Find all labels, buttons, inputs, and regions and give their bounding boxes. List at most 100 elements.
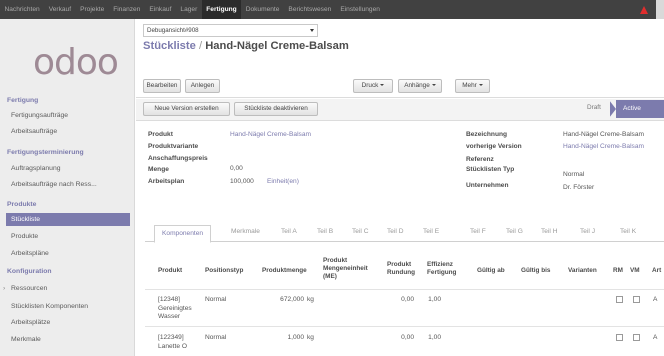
debug-view-select-value: Debugansicht#908 <box>147 27 199 34</box>
caret-down-icon <box>380 84 385 87</box>
deactivate-bom-button[interactable]: Stückliste deaktivieren <box>234 102 318 116</box>
cell-product[interactable]: [122349] Lanette O <box>158 334 202 351</box>
tab-teil-j[interactable]: Teil J <box>580 228 595 235</box>
checkbox-vm[interactable] <box>633 296 640 303</box>
more-dropdown[interactable]: Mehr <box>455 79 490 93</box>
menu-finanzen[interactable]: Finanzen <box>109 0 145 19</box>
breadcrumb-separator: / <box>198 40 203 52</box>
sidebar-item-stuecklisten-komponenten[interactable]: Stücklisten Komponenten <box>11 303 88 310</box>
column-header-art[interactable]: Art <box>652 267 661 275</box>
field-name[interactable]: Hand-Nägel Creme-Balsam <box>563 131 644 138</box>
table-header-divider <box>145 289 664 290</box>
column-header-positionstyp[interactable]: Positionstyp <box>205 267 243 275</box>
stage-draft[interactable]: Draft <box>587 104 601 111</box>
menu-berichtswesen[interactable]: Berichtswesen <box>284 0 336 19</box>
cell-type: Normal <box>205 334 227 341</box>
tab-teil-a[interactable]: Teil A <box>281 228 297 235</box>
new-version-button[interactable]: Neue Version erstellen <box>143 102 230 116</box>
field-product[interactable]: Hand-Nägel Creme-Balsam <box>230 131 311 138</box>
sidebar-item-ressourcen[interactable]: Ressourcen <box>3 285 47 292</box>
print-dropdown[interactable]: Druck <box>353 79 393 93</box>
field-cost-price[interactable]: 0,00 <box>230 165 243 172</box>
cell-art: A <box>653 334 658 341</box>
sidebar-item-merkmale[interactable]: Merkmale <box>11 336 41 343</box>
menu-nachrichten[interactable]: Nachrichten <box>0 0 44 19</box>
tab-teil-f[interactable]: Teil F <box>470 228 486 235</box>
sidebar-item-arbeitsplaene[interactable]: Arbeitspläne <box>11 250 49 257</box>
main-menu: Nachrichten Verkauf Projekte Finanzen Ei… <box>0 0 384 19</box>
column-header-produktmenge[interactable]: Produktmenge <box>262 267 307 275</box>
divider <box>136 97 664 98</box>
chevron-down-icon <box>310 29 314 32</box>
tab-teil-b[interactable]: Teil B <box>317 228 333 235</box>
label-routing: Arbeitsplan <box>148 178 185 185</box>
sidebar-section-produkte: Produkte <box>7 201 37 208</box>
sidebar-item-auftragsplanung[interactable]: Auftragsplanung <box>11 165 61 172</box>
tab-teil-c[interactable]: Teil C <box>352 228 369 235</box>
menu-verkauf[interactable]: Verkauf <box>44 0 75 19</box>
odoo-logo[interactable]: odoo <box>33 45 119 81</box>
sidebar-item-stueckliste[interactable]: Stückliste <box>6 213 130 226</box>
column-header-mengeneinheit[interactable]: Produkt Mengeneinheit (ME) <box>323 257 373 281</box>
field-company[interactable]: Dr. Förster <box>563 184 594 191</box>
field-quantity-unit[interactable]: Einheit(en) <box>267 178 299 185</box>
column-header-gueltig-ab[interactable]: Gültig ab <box>477 267 505 275</box>
label-previous-version: vorherige Version <box>466 143 522 150</box>
avatar[interactable] <box>656 0 664 19</box>
sidebar: odoo Fertigung Fertigungsaufträge Arbeit… <box>0 19 135 356</box>
cell-uom: kg <box>307 296 314 303</box>
top-menu-bar: Nachrichten Verkauf Projekte Finanzen Ei… <box>0 0 664 19</box>
tab-merkmale[interactable]: Merkmale <box>231 228 260 235</box>
checkbox-rm[interactable] <box>616 296 623 303</box>
stage-active[interactable]: Active <box>609 100 664 118</box>
column-header-rundung[interactable]: Produkt Rundung <box>387 261 421 277</box>
field-previous-version[interactable]: Hand-Nägel Creme-Balsam <box>563 143 644 150</box>
cell-product[interactable]: [12348] Gereinigtes Wasser <box>158 296 202 322</box>
sidebar-item-arbeitsauftraege-nach-ress[interactable]: Arbeitsaufträge nach Ress... <box>11 181 97 188</box>
tab-teil-k[interactable]: Teil K <box>620 228 636 235</box>
menu-projekte[interactable]: Projekte <box>76 0 109 19</box>
sidebar-item-produkte[interactable]: Produkte <box>11 233 38 240</box>
attachments-dropdown[interactable]: Anhänge <box>398 79 442 93</box>
menu-einkauf[interactable]: Einkauf <box>145 0 176 19</box>
print-dropdown-label: Druck <box>361 82 379 89</box>
breadcrumb-parent[interactable]: Stückliste <box>143 40 196 52</box>
page-title: Hand-Nägel Creme-Balsam <box>205 40 349 52</box>
menu-lager[interactable]: Lager <box>176 0 202 19</box>
tab-teil-h[interactable]: Teil H <box>541 228 558 235</box>
cell-efficiency: 1,00 <box>428 334 441 341</box>
column-header-vm[interactable]: VM <box>630 267 640 275</box>
sidebar-section-fertigungsterminierung: Fertigungsterminierung <box>7 149 84 156</box>
tab-teil-g[interactable]: Teil G <box>506 228 523 235</box>
label-cost-price: Anschaffungspreis <box>148 155 208 162</box>
tab-komponenten[interactable]: Komponenten <box>154 225 212 243</box>
menu-einstellungen[interactable]: Einstellungen <box>336 0 385 19</box>
create-button[interactable]: Anlegen <box>185 79 220 93</box>
column-header-varianten[interactable]: Varianten <box>568 267 597 275</box>
tab-teil-e[interactable]: Teil E <box>423 228 439 235</box>
column-header-gueltig-bis[interactable]: Gültig bis <box>521 267 550 275</box>
menu-fertigung[interactable]: Fertigung <box>201 0 242 19</box>
alert-icon[interactable] <box>640 5 648 14</box>
label-bom-type: Stücklisten Typ <box>466 166 515 173</box>
cell-type: Normal <box>205 296 227 303</box>
sidebar-item-arbeitsauftraege[interactable]: Arbeitsaufträge <box>11 128 57 135</box>
column-header-rm[interactable]: RM <box>613 267 623 275</box>
checkbox-vm[interactable] <box>633 334 640 341</box>
column-header-effizienz[interactable]: Effizienz Fertigung <box>427 261 465 277</box>
field-bom-type[interactable]: Normal <box>563 171 584 178</box>
label-quantity: Menge <box>148 166 169 173</box>
sidebar-item-fertigungsauftraege[interactable]: Fertigungsaufträge <box>11 112 68 119</box>
sidebar-item-arbeitsplaetze[interactable]: Arbeitsplätze <box>11 319 50 326</box>
checkbox-rm[interactable] <box>616 334 623 341</box>
tab-teil-d[interactable]: Teil D <box>387 228 404 235</box>
column-header-produkt[interactable]: Produkt <box>158 267 182 275</box>
caret-down-icon <box>478 84 483 87</box>
cell-qty: 672,000 <box>280 296 304 303</box>
caret-down-icon <box>431 84 436 87</box>
debug-view-select[interactable]: Debugansicht#908 <box>143 24 318 37</box>
sidebar-section-konfiguration: Konfiguration <box>7 268 52 275</box>
menu-dokumente[interactable]: Dokumente <box>241 0 284 19</box>
field-quantity[interactable]: 100,000 <box>230 178 254 185</box>
edit-button[interactable]: Bearbeiten <box>143 79 181 93</box>
